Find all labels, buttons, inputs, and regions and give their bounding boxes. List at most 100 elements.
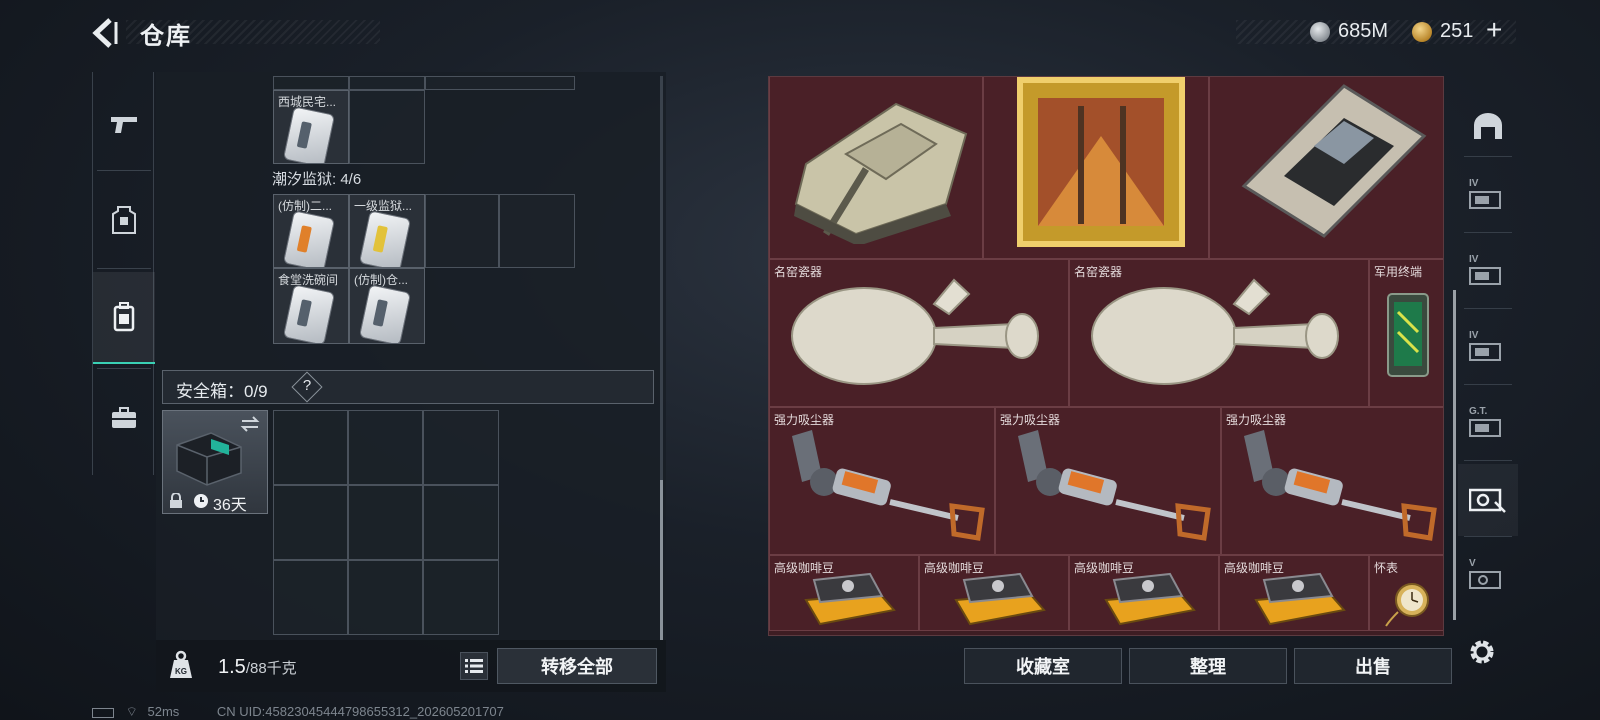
settings-gear-icon[interactable] bbox=[1466, 636, 1498, 668]
svg-text:KG: KG bbox=[175, 667, 187, 676]
add-currency-button[interactable]: + bbox=[1486, 14, 1502, 46]
item-slot[interactable] bbox=[1209, 77, 1443, 259]
item-slot[interactable]: 名窑瓷器 bbox=[769, 259, 1069, 407]
ping-value: 52ms bbox=[147, 704, 180, 719]
grid-slot[interactable] bbox=[348, 485, 423, 560]
uid-text: CN UID:45823045444798655312_202605201707 bbox=[216, 704, 504, 719]
grid-slot[interactable] bbox=[423, 410, 499, 485]
safebox-title: 安全箱：0/9 bbox=[176, 382, 268, 401]
item-slot[interactable]: 怀表 bbox=[1369, 555, 1443, 631]
safebox-timer: 36天 bbox=[213, 497, 247, 514]
armor-vest-icon bbox=[112, 206, 136, 234]
item-slot[interactable]: 军用终端 bbox=[1369, 259, 1443, 407]
tab-tag: V bbox=[1469, 558, 1476, 569]
weight-current: 1.5 bbox=[218, 656, 246, 678]
nav-weapons[interactable] bbox=[93, 78, 155, 170]
keycard-icon bbox=[284, 107, 334, 163]
item-slot[interactable]: 强力吸尘器 bbox=[1221, 407, 1443, 555]
item-slot[interactable]: (仿制)仓... bbox=[349, 268, 425, 344]
coffee-beans-icon bbox=[804, 572, 896, 626]
painting-icon bbox=[1017, 77, 1185, 247]
transfer-all-button[interactable]: 转移全部 bbox=[497, 648, 657, 684]
porcelain-vase-icon bbox=[1091, 278, 1339, 385]
safebox-case-icon bbox=[176, 432, 242, 486]
item-slot[interactable] bbox=[983, 77, 1209, 259]
organize-button[interactable]: 整理 bbox=[1129, 648, 1287, 684]
item-slot[interactable]: 一级监狱... bbox=[349, 194, 425, 268]
list-icon bbox=[465, 659, 483, 673]
nav-armor[interactable] bbox=[93, 174, 155, 266]
grid-slot[interactable] bbox=[273, 560, 348, 635]
coffee-beans-icon bbox=[1104, 572, 1196, 626]
storage-arch-icon bbox=[1474, 113, 1502, 139]
item-slot[interactable]: (仿制)二... bbox=[273, 194, 349, 268]
safebox-item[interactable]: 36天 bbox=[162, 410, 268, 514]
item-label: (仿制)仓... bbox=[354, 273, 408, 287]
item-slot[interactable]: 名窑瓷器 bbox=[1069, 259, 1369, 407]
tab-tag: IV bbox=[1469, 178, 1479, 189]
storage-tab-icon: IV bbox=[1469, 178, 1507, 212]
lock-icon bbox=[170, 493, 182, 508]
grid-slot[interactable] bbox=[423, 485, 499, 560]
grid-slot[interactable] bbox=[349, 76, 425, 90]
tab-storage-3[interactable]: IV bbox=[1458, 236, 1518, 308]
grid-slot[interactable] bbox=[423, 560, 499, 635]
storage-scrollbar[interactable] bbox=[1453, 290, 1456, 620]
item-label: 怀表 bbox=[1374, 561, 1399, 575]
grid-slot[interactable] bbox=[273, 485, 348, 560]
swap-icon[interactable] bbox=[239, 415, 261, 433]
keycard-icon bbox=[284, 285, 334, 343]
item-slot[interactable]: 强力吸尘器 bbox=[769, 407, 995, 555]
vacuum-cleaner-icon bbox=[792, 430, 985, 541]
grid-slot[interactable] bbox=[348, 410, 423, 485]
tab-storage-7[interactable]: V bbox=[1458, 540, 1518, 612]
clock-icon bbox=[194, 494, 208, 508]
item-slot[interactable]: 高级咖啡豆 bbox=[769, 555, 919, 631]
tab-storage-main[interactable] bbox=[1458, 90, 1518, 162]
keycard-icon bbox=[284, 211, 334, 267]
tab-tag: G.T. bbox=[1469, 406, 1488, 417]
sell-button[interactable]: 出售 bbox=[1294, 648, 1452, 684]
porcelain-vase-icon bbox=[791, 278, 1039, 385]
grid-slot[interactable] bbox=[273, 410, 348, 485]
grid-slot[interactable] bbox=[349, 90, 425, 164]
prison-keys-title: 潮汐监狱: 4/6 bbox=[272, 171, 362, 188]
item-label: 西城民宅... bbox=[278, 95, 337, 109]
item-slot[interactable]: 食堂洗碗间 bbox=[273, 268, 349, 344]
item-slot[interactable]: 高级咖啡豆 bbox=[919, 555, 1069, 631]
help-icon: ? bbox=[302, 377, 312, 394]
nav-backpack[interactable] bbox=[93, 272, 155, 364]
tab-tag: IV bbox=[1469, 330, 1479, 341]
grid-slot[interactable] bbox=[348, 560, 423, 635]
item-label: 一级监狱... bbox=[354, 199, 413, 213]
battery-icon bbox=[92, 707, 114, 718]
backpack-icon bbox=[113, 302, 135, 332]
weight-value: 1.5/88千克 bbox=[218, 656, 297, 679]
keycard-icon bbox=[360, 285, 410, 343]
nav-case[interactable] bbox=[93, 372, 155, 464]
tab-storage-2[interactable]: IV bbox=[1458, 160, 1518, 232]
storage-tab-icon: G.T. bbox=[1469, 406, 1507, 440]
backpack-scroll-thumb[interactable] bbox=[660, 480, 663, 640]
tab-storage-5[interactable]: G.T. bbox=[1458, 388, 1518, 460]
grid-slot[interactable] bbox=[425, 76, 575, 90]
tab-storage-4[interactable]: IV bbox=[1458, 312, 1518, 384]
grid-slot[interactable] bbox=[499, 194, 575, 268]
grid-slot[interactable] bbox=[273, 76, 349, 90]
collection-room-button[interactable]: 收藏室 bbox=[964, 648, 1122, 684]
currency-1-value: 685M bbox=[1338, 20, 1389, 42]
tab-storage-6[interactable] bbox=[1458, 464, 1518, 536]
vacuum-cleaner-icon bbox=[1244, 430, 1437, 541]
item-slot[interactable]: 高级咖啡豆 bbox=[1219, 555, 1369, 631]
back-icon[interactable] bbox=[88, 16, 122, 50]
item-slot[interactable]: 高级咖啡豆 bbox=[1069, 555, 1219, 631]
item-slot[interactable]: 西城民宅... bbox=[273, 90, 349, 164]
tab-tag: IV bbox=[1469, 254, 1479, 265]
item-slot[interactable] bbox=[769, 77, 983, 259]
storage-tabs: IV IV IV G.T. V bbox=[1458, 80, 1518, 620]
list-view-button[interactable] bbox=[460, 652, 488, 680]
item-label: 食堂洗碗间 bbox=[278, 273, 339, 287]
item-slot[interactable]: 强力吸尘器 bbox=[995, 407, 1221, 555]
grid-slot[interactable] bbox=[425, 194, 499, 268]
silver-coin-icon bbox=[1310, 22, 1330, 42]
